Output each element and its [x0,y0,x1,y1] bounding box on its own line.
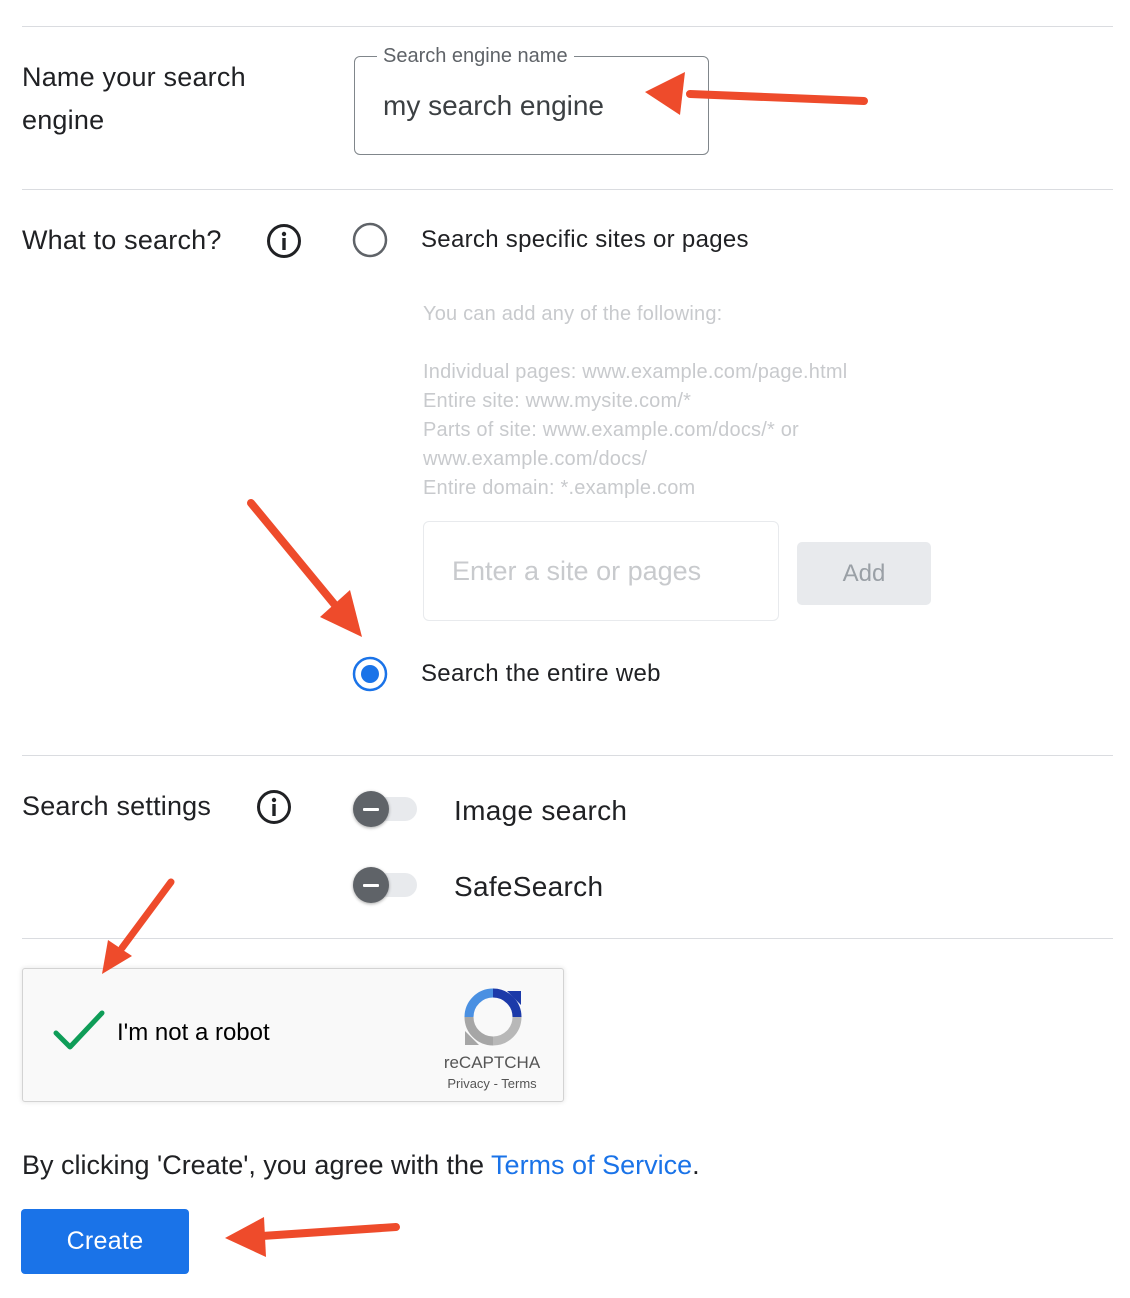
arrow-to-create [225,1217,400,1257]
hint-parts-1: Parts of site: www.example.com/docs/* or [423,419,799,441]
toggle-knob [353,867,389,903]
image-search-label: Image search [454,795,628,826]
agreement-prefix: By clicking 'Create', you agree with the [22,1150,492,1180]
checkmark-icon[interactable] [53,1009,105,1053]
recaptcha-links: Privacy - Terms [435,1076,549,1091]
hint-pages: Individual pages: www.example.com/page.h… [423,361,848,383]
create-button[interactable]: Create [21,1209,189,1274]
name-section-title: Name your search engine [22,62,246,135]
divider-what [22,755,1113,756]
divider-name [22,189,1113,190]
arrow-to-captcha [102,878,175,974]
hint-domain: Entire domain: *.example.com [423,477,696,499]
radio-specific-sites-label[interactable]: Search specific sites or pages [421,226,749,254]
recaptcha-widget: I'm not a robot reCAPTCHA Privacy - Term… [22,968,564,1102]
captcha-label: I'm not a robot [117,1019,270,1046]
search-engine-name-value[interactable]: my search engine [383,90,604,122]
info-icon[interactable] [256,789,292,825]
image-search-toggle[interactable] [353,789,419,829]
radio-entire-web[interactable] [352,656,388,692]
agreement-text: By clicking 'Create', you agree with the… [22,1150,700,1181]
site-input-box [423,521,779,621]
hint-parts-2: www.example.com/docs/ [423,448,648,470]
what-section-title: What to search? [22,225,222,255]
toggle-knob [353,791,389,827]
info-icon[interactable] [266,223,302,259]
arrow-to-entire-web [247,499,362,637]
agreement-suffix: . [692,1150,700,1180]
hint-intro: You can add any of the following: [423,303,723,325]
safesearch-toggle[interactable] [353,865,419,905]
radio-entire-web-label[interactable]: Search the entire web [421,660,661,688]
terms-link[interactable]: Terms [501,1076,536,1091]
divider-top [22,26,1113,27]
recaptcha-brand: reCAPTCHA [443,1053,541,1072]
terms-of-service-link[interactable]: Terms of Service [491,1150,692,1180]
annotation-arrows [102,72,868,1257]
hint-site: Entire site: www.mysite.com/* [423,390,692,412]
radio-specific-sites[interactable] [352,222,388,258]
add-site-button[interactable]: Add [797,542,931,605]
search-engine-name-label: Search engine name [377,43,574,69]
settings-section-title: Search settings [22,791,212,821]
safesearch-label: SafeSearch [454,871,604,902]
site-input[interactable] [424,522,778,620]
search-engine-name-field[interactable]: Search engine name my search engine [354,43,709,155]
recaptcha-logo-icon [464,988,522,1046]
link-separator: - [493,1076,498,1091]
privacy-link[interactable]: Privacy [447,1076,490,1091]
divider-settings [22,938,1113,939]
